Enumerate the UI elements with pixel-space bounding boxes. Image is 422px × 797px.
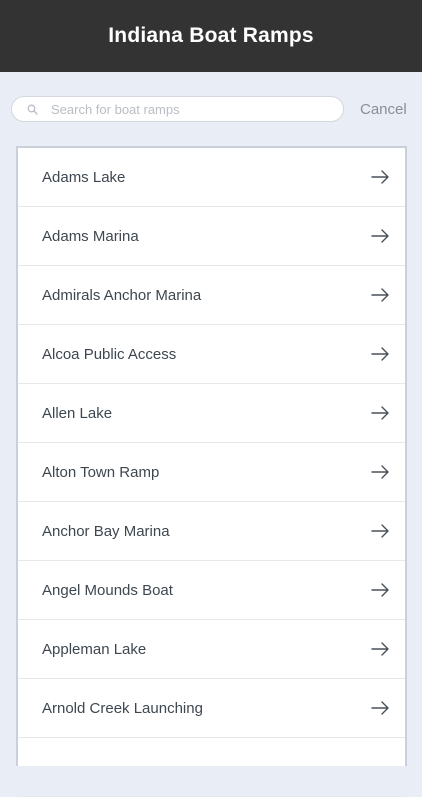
list-item-label: Anchor Bay Marina	[42, 522, 170, 540]
list-item[interactable]: Alton Town Ramp	[18, 443, 405, 502]
list-item-label: Adams Marina	[42, 227, 139, 245]
list-item[interactable]: Appleman Lake	[18, 620, 405, 679]
list-item-label: Arnold Creek Launching	[42, 699, 203, 717]
list-item[interactable]: Angel Mounds Boat	[18, 561, 405, 620]
arrow-right-icon	[371, 701, 391, 715]
list-item-label: Angel Mounds Boat	[42, 581, 173, 599]
list-item[interactable]	[18, 738, 405, 797]
ramp-list: Adams Lake Adams Marina Admirals Anchor …	[16, 146, 407, 797]
arrow-right-icon	[371, 170, 391, 184]
search-field[interactable]	[11, 96, 344, 122]
search-icon	[26, 103, 38, 115]
list-item[interactable]: Allen Lake	[18, 384, 405, 443]
list-item-label: Adams Lake	[42, 168, 126, 186]
arrow-right-icon	[371, 347, 391, 361]
list-item-label: Alcoa Public Access	[42, 345, 177, 363]
app-header: Indiana Boat Ramps	[0, 0, 422, 72]
cancel-button[interactable]: Cancel	[360, 101, 407, 118]
arrow-right-icon	[371, 229, 391, 243]
page-title: Indiana Boat Ramps	[108, 24, 314, 47]
list-item[interactable]: Alcoa Public Access	[18, 325, 405, 384]
search-input[interactable]	[51, 101, 311, 117]
arrow-right-icon	[371, 583, 391, 597]
arrow-right-icon	[371, 642, 391, 656]
list-item-label: Appleman Lake	[42, 640, 147, 658]
list-item[interactable]: Admirals Anchor Marina	[18, 266, 405, 325]
list-item[interactable]: Arnold Creek Launching	[18, 679, 405, 738]
arrow-right-icon	[371, 288, 391, 302]
list-item[interactable]: Anchor Bay Marina	[18, 502, 405, 561]
arrow-right-icon	[371, 406, 391, 420]
list-item[interactable]: Adams Lake	[18, 148, 405, 207]
arrow-right-icon	[371, 465, 391, 479]
search-bar: Cancel	[0, 72, 422, 146]
list-item-label: Alton Town Ramp	[42, 463, 160, 481]
list-item-label: Admirals Anchor Marina	[42, 286, 202, 304]
arrow-right-icon	[371, 524, 391, 538]
list-item-label: Allen Lake	[42, 404, 113, 422]
list-item[interactable]: Adams Marina	[18, 207, 405, 266]
